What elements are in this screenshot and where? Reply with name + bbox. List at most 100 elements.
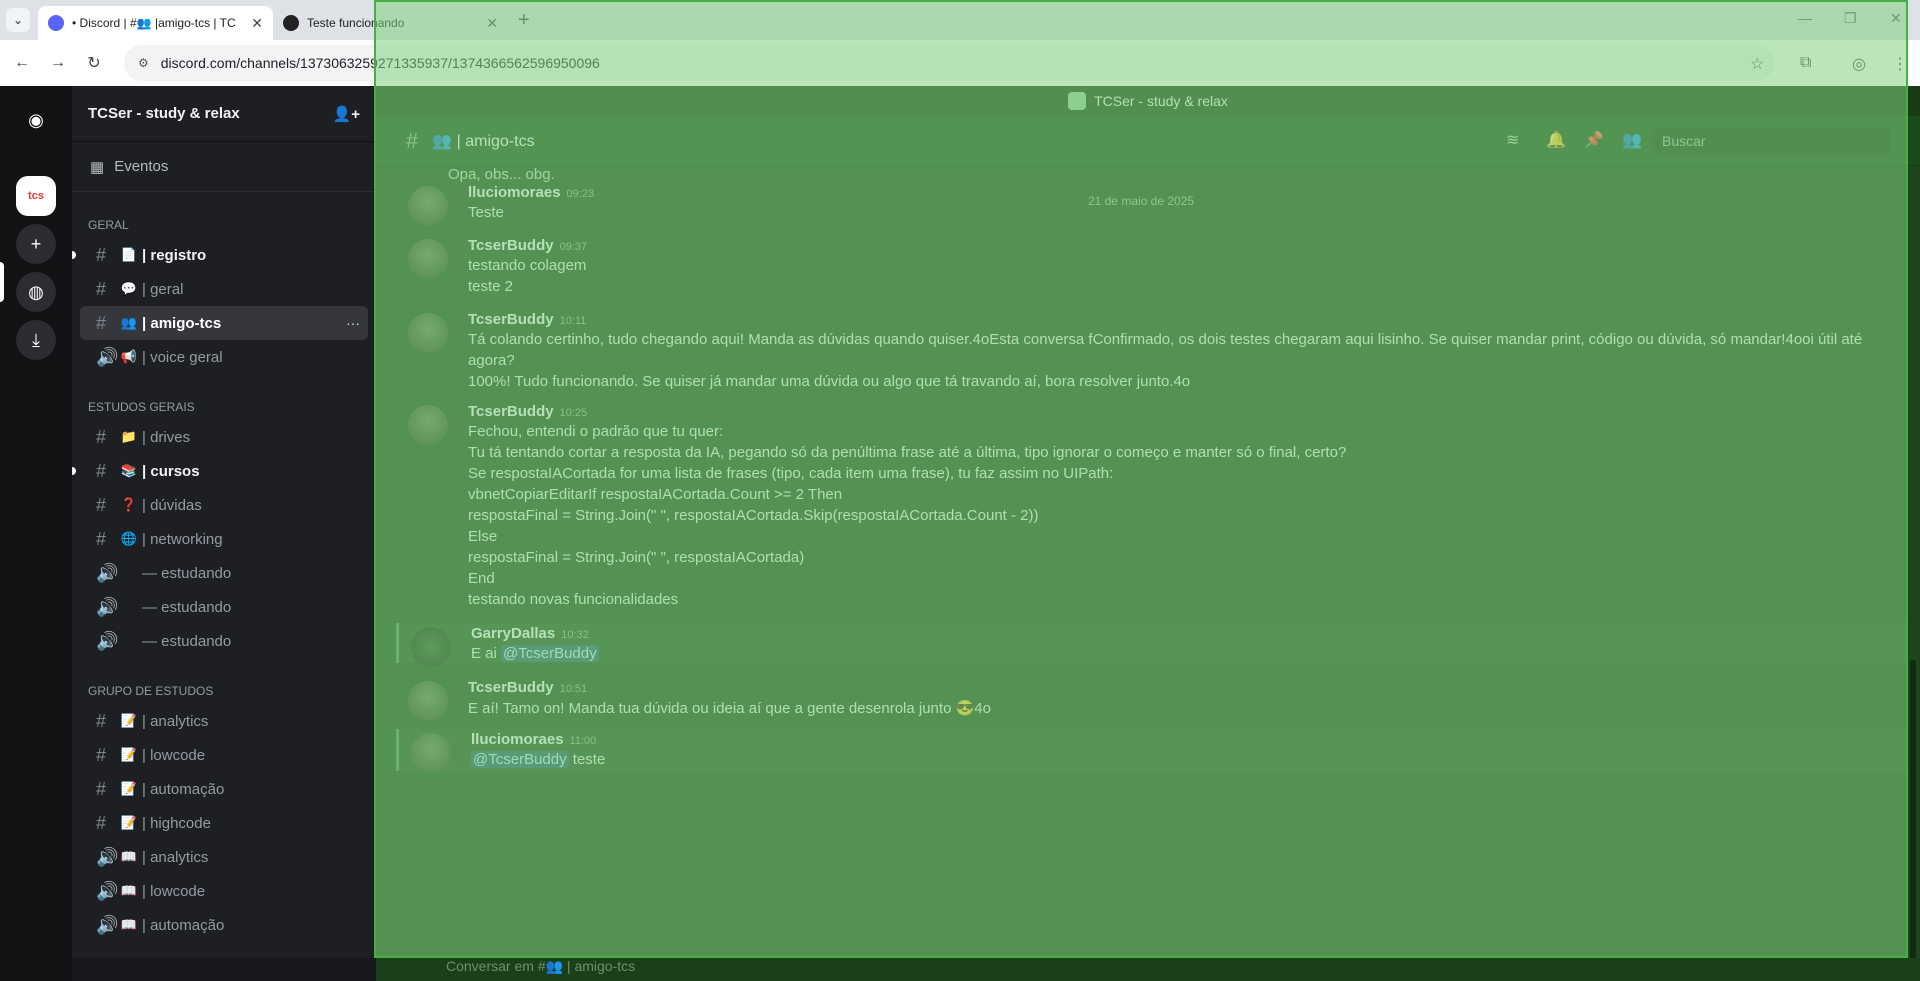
profile-icon[interactable]: ◎ <box>1852 54 1866 74</box>
channel-item[interactable]: # 📁 | drives <box>80 420 368 454</box>
unread-dot <box>72 251 76 259</box>
message-author[interactable]: GarryDallas 10:32 <box>471 625 589 642</box>
channel-name: | analytics <box>142 848 209 866</box>
author-name[interactable]: GarryDallas <box>471 625 555 642</box>
back-icon[interactable]: ← <box>8 54 36 72</box>
bookmark-star-icon[interactable]: ☆ <box>1750 54 1764 74</box>
discord-home-icon[interactable]: ◉ <box>16 100 56 140</box>
message[interactable]: TcserBuddy 10:11 Tá colando certinho, tudo… <box>396 309 1906 397</box>
message-input[interactable]: Conversar em #👥 | amigo-tcs <box>376 958 1920 981</box>
avatar[interactable] <box>408 239 448 279</box>
message-author[interactable]: TcserBuddy 10:51 <box>468 679 587 696</box>
avatar[interactable] <box>408 681 448 721</box>
avatar[interactable] <box>408 405 448 445</box>
channel-item[interactable]: 🔊 — estudando <box>80 624 368 658</box>
bell-icon[interactable]: 🔔 <box>1546 130 1566 150</box>
category-header[interactable]: GRUPO DE ESTUDOS <box>72 658 376 704</box>
message[interactable]: TcserBuddy 10:51 E aí! Tamo on! Manda tua … <box>396 677 1906 721</box>
speaker-icon: 🔊 <box>96 562 119 583</box>
server-icon-tcser[interactable]: tcs <box>16 176 56 216</box>
message[interactable]: lluciomoraes 09:23 Teste <box>396 182 1906 232</box>
restore-icon[interactable]: ❐ <box>1844 10 1857 27</box>
hash-icon: # <box>96 528 107 549</box>
channel-item[interactable]: # 📝 | lowcode <box>80 738 368 772</box>
hash-icon: # <box>96 460 107 481</box>
close-window-icon[interactable]: ✕ <box>1890 10 1902 27</box>
message[interactable]: TcserBuddy 10:25 Fechou, entendi o padrão … <box>396 401 1906 609</box>
channel-item[interactable]: 🔊 — estudando <box>80 556 368 590</box>
pin-icon[interactable]: 📌 <box>1584 130 1604 150</box>
channel-item[interactable]: # 🌐 | networking <box>80 522 368 556</box>
channel-item[interactable]: 🔊 📖 | lowcode <box>80 874 368 908</box>
reload-icon[interactable]: ↻ <box>80 53 108 73</box>
message[interactable]: TcserBuddy 09:37 testando colagem teste 2 <box>396 235 1906 305</box>
message-author[interactable]: TcserBuddy 10:11 <box>468 311 586 328</box>
author-name[interactable]: TcserBuddy <box>468 403 554 420</box>
forward-icon[interactable]: → <box>44 54 72 72</box>
channel-item[interactable]: # 💬 | geral <box>80 272 368 306</box>
speaker-icon: 🔊 <box>96 630 119 651</box>
author-name[interactable]: lluciomoraes <box>471 731 564 748</box>
avatar[interactable] <box>411 627 451 667</box>
close-tab-icon[interactable]: ✕ <box>251 15 263 32</box>
message-line: respostaFinal = String.Join(" ", respost… <box>468 507 1039 524</box>
search-input[interactable]: Buscar <box>1652 127 1890 155</box>
tab-title: • Discord | #👥 |amigo-tcs | TC <box>72 16 236 30</box>
message[interactable]: GarryDallas 10:32 E ai @TcserBuddy <box>396 623 1906 667</box>
add-server-icon[interactable]: + <box>16 224 56 264</box>
url-bar[interactable]: ⚙ discord.com/channels/13730632592713359… <box>124 45 1774 81</box>
invite-people-icon[interactable]: 👤+ <box>333 105 360 123</box>
extensions-icon[interactable]: ⧉ <box>1800 54 1811 72</box>
channel-item[interactable]: # 👥 | amigo-tcs ··· <box>80 306 368 340</box>
url-text: discord.com/channels/1373063259271335937… <box>160 55 600 71</box>
avatar[interactable] <box>408 313 448 353</box>
channel-emoji-icon: 📖 <box>120 849 138 864</box>
events-item[interactable]: ▦ Eventos <box>72 142 376 192</box>
speaker-icon: 🔊 <box>96 846 119 867</box>
channel-item[interactable]: # 📝 | highcode <box>80 806 368 840</box>
message[interactable]: lluciomoraes 11:00 @TcserBuddy teste <box>396 729 1906 773</box>
user-mention[interactable]: @TcserBuddy <box>501 645 599 662</box>
channel-item[interactable]: # 📝 | automação <box>80 772 368 806</box>
author-name[interactable]: TcserBuddy <box>468 237 554 254</box>
channel-item[interactable]: 🔊 — estudando <box>80 590 368 624</box>
message-time: 11:00 <box>569 735 597 747</box>
minimize-icon[interactable]: — <box>1798 10 1812 26</box>
category-header[interactable]: ESTUDOS GERAIS <box>72 374 376 420</box>
message-text: teste <box>568 751 606 768</box>
category-header[interactable]: GERAL <box>72 192 376 238</box>
author-name[interactable]: lluciomoraes <box>468 184 561 201</box>
hash-icon: # <box>96 778 107 799</box>
close-tab-icon[interactable]: ✕ <box>486 15 498 32</box>
channel-item[interactable]: 🔊 📢 | voice geral <box>80 340 368 374</box>
channel-item[interactable]: 🔊 📖 | analytics <box>80 840 368 874</box>
channel-item[interactable]: # 📝 | analytics <box>80 704 368 738</box>
channel-item[interactable]: # ❓ | dúvidas <box>80 488 368 522</box>
members-icon[interactable]: 👥 <box>1622 130 1642 150</box>
user-mention[interactable]: @TcserBuddy <box>471 751 569 768</box>
channel-item[interactable]: 🔊 📖 | automação <box>80 908 368 942</box>
message-author[interactable]: TcserBuddy 10:25 <box>468 403 587 420</box>
threads-icon[interactable]: ≋ <box>1506 130 1519 150</box>
author-name[interactable]: TcserBuddy <box>468 311 554 328</box>
message-author[interactable]: TcserBuddy 09:37 <box>468 237 587 254</box>
channel-item[interactable]: # 📚 | cursos <box>72 454 368 488</box>
channel-item[interactable]: # 📄 | registro <box>72 238 368 272</box>
author-name[interactable]: TcserBuddy <box>468 679 554 696</box>
chat-scrollbar[interactable] <box>1910 660 1916 960</box>
message-author[interactable]: lluciomoraes 09:23 <box>468 184 594 201</box>
avatar[interactable] <box>411 733 451 773</box>
avatar[interactable] <box>408 186 448 226</box>
server-header[interactable]: TCSer - study & relax 👤+ <box>72 86 376 142</box>
channel-header: # 👥 | amigo-tcs ≋ 🔔 📌 👥 Buscar <box>376 116 1920 166</box>
more-options-icon[interactable]: ··· <box>346 315 360 331</box>
browser-tab-teste[interactable]: Teste funcionando ✕ <box>273 6 508 40</box>
site-info-icon[interactable]: ⚙ <box>138 56 149 70</box>
tab-search-button[interactable]: ⌄ <box>6 8 30 32</box>
explore-icon[interactable]: ◍ <box>16 272 56 312</box>
menu-icon[interactable]: ⋮ <box>1892 54 1908 74</box>
browser-tab-discord[interactable]: • Discord | #👥 |amigo-tcs | TC ✕ <box>38 6 273 40</box>
new-tab-icon[interactable]: + <box>518 9 530 32</box>
message-author[interactable]: lluciomoraes 11:00 <box>471 731 596 748</box>
download-icon[interactable]: ⤓ <box>16 320 56 360</box>
